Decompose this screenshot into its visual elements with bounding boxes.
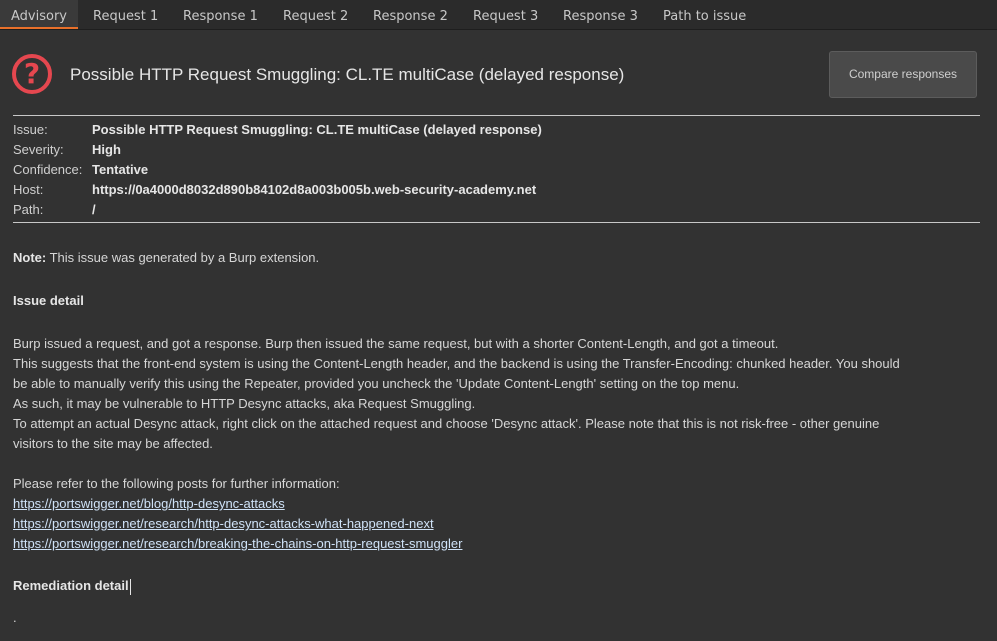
divider-top	[13, 115, 980, 116]
tab-request-2[interactable]: Request 2	[283, 0, 348, 29]
link-breaking-the-chains[interactable]: https://portswigger.net/research/breakin…	[13, 536, 462, 551]
divider-bottom	[13, 222, 980, 223]
remediation-text: .	[13, 610, 17, 625]
note-line: Note: This issue was generated by a Burp…	[13, 248, 973, 268]
tab-bar: Advisory Request 1 Response 1 Request 2 …	[0, 0, 997, 30]
confidence-value: Tentative	[92, 162, 149, 177]
tab-request-3[interactable]: Request 3	[473, 0, 538, 29]
issue-detail-heading: Issue detail	[13, 293, 84, 308]
detail-line: visitors to the site may be affected.	[13, 436, 213, 451]
host-label: Host:	[13, 182, 44, 197]
tab-path-to-issue[interactable]: Path to issue	[663, 0, 746, 29]
detail-line: be able to manually verify this using th…	[13, 376, 740, 391]
tab-advisory[interactable]: Advisory	[0, 0, 78, 29]
advisory-header: ? Possible HTTP Request Smuggling: CL.TE…	[0, 30, 997, 118]
refer-text: Please refer to the following posts for …	[13, 476, 340, 491]
detail-line: Burp issued a request, and got a respons…	[13, 336, 779, 351]
detail-line: As such, it may be vulnerable to HTTP De…	[13, 396, 476, 411]
link-http-desync-attacks[interactable]: https://portswigger.net/blog/http-desync…	[13, 496, 285, 511]
note-label: Note:	[13, 250, 47, 265]
text-caret	[129, 578, 131, 595]
tab-request-1[interactable]: Request 1	[93, 0, 158, 29]
note-text: This issue was generated by a Burp exten…	[46, 250, 320, 265]
detail-line: This suggests that the front-end system …	[13, 356, 900, 371]
issue-title: Possible HTTP Request Smuggling: CL.TE m…	[70, 65, 625, 84]
severity-label: Severity:	[13, 142, 64, 157]
advisory-body: Note: This issue was generated by a Burp…	[13, 248, 973, 628]
host-value: https://0a4000d8032d890b84102d8a003b005b…	[92, 182, 537, 197]
tab-response-2[interactable]: Response 2	[373, 0, 448, 29]
detail-line: To attempt an actual Desync attack, righ…	[13, 416, 880, 431]
question-icon: ?	[12, 54, 52, 94]
path-label: Path:	[13, 202, 44, 217]
link-desync-what-happened-next[interactable]: https://portswigger.net/research/http-de…	[13, 516, 434, 531]
issue-label: Issue:	[13, 122, 48, 137]
confidence-label: Confidence:	[13, 162, 83, 177]
issue-value: Possible HTTP Request Smuggling: CL.TE m…	[92, 122, 542, 137]
tab-response-3[interactable]: Response 3	[563, 0, 638, 29]
compare-responses-button[interactable]: Compare responses	[829, 51, 977, 98]
path-value: /	[92, 202, 96, 217]
remediation-heading: Remediation detail	[13, 578, 131, 595]
severity-value: High	[92, 142, 121, 157]
tab-response-1[interactable]: Response 1	[183, 0, 258, 29]
